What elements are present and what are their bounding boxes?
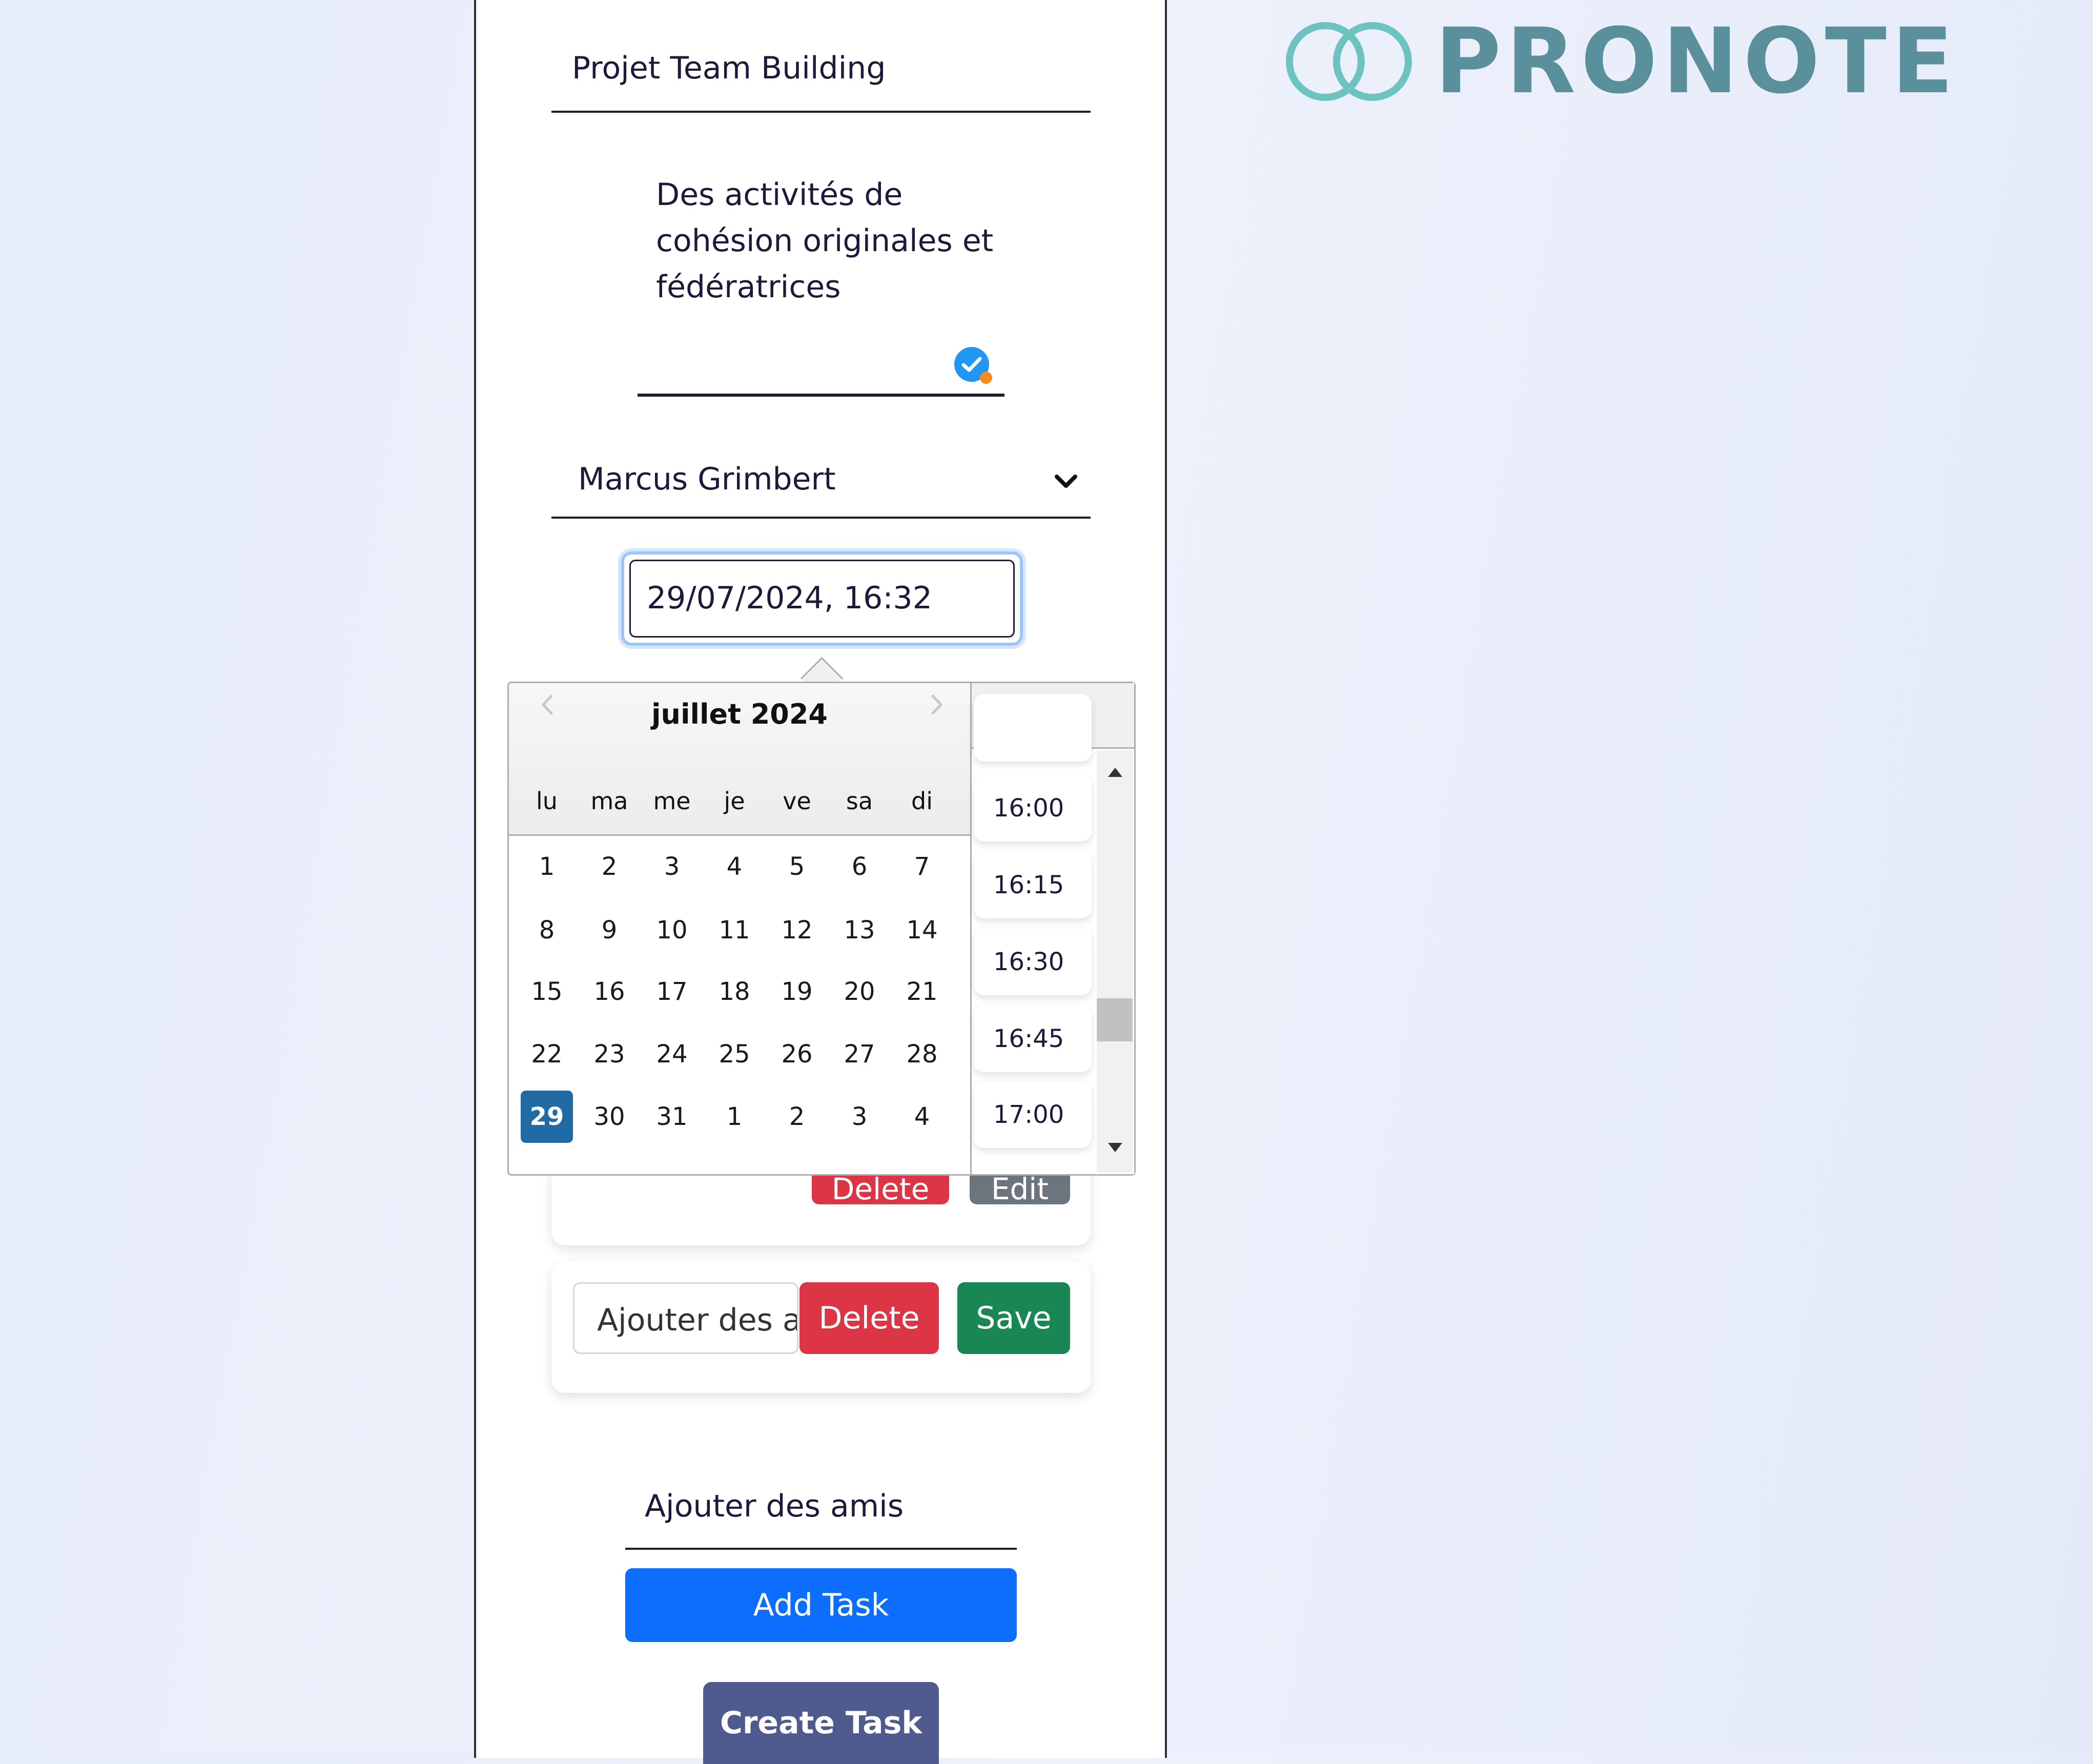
calendar-day[interactable]: 6 [833, 840, 886, 893]
calendar-day[interactable]: 10 [646, 904, 698, 956]
calendar-day[interactable]: 1 [521, 840, 573, 893]
calendar-day[interactable]: 22 [521, 1028, 573, 1080]
calendar-day[interactable]: 14 [896, 904, 948, 956]
create-task-button[interactable]: Create Task [703, 1682, 939, 1764]
calendar-day[interactable]: 23 [583, 1028, 635, 1080]
calendar-day[interactable]: 24 [646, 1028, 698, 1080]
time-list-scrollbar[interactable] [1097, 750, 1133, 1173]
calendar-day[interactable]: 16 [583, 966, 635, 1018]
time-option[interactable]: 16:00 [974, 775, 1092, 842]
calendar-day[interactable]: 15 [521, 966, 573, 1018]
weekday-label: lu [536, 787, 558, 815]
assignee-select[interactable]: Marcus Grimbert [551, 446, 1091, 519]
check-badge-icon[interactable] [953, 346, 994, 387]
time-option[interactable]: 16:15 [974, 852, 1092, 918]
task-edit-input-value: Ajouter des a [597, 1302, 798, 1338]
task-delete-button[interactable]: Delete [799, 1282, 939, 1354]
time-option[interactable]: 16:30 [974, 929, 1092, 995]
calendar-day[interactable]: 28 [896, 1028, 948, 1080]
logo-text: PRONOTE [1435, 9, 1959, 114]
calendar-day[interactable]: 3 [833, 1091, 886, 1143]
calendar-day[interactable]: 4 [896, 1091, 948, 1143]
calendar-day[interactable]: 31 [646, 1091, 698, 1143]
calendar-day[interactable]: 26 [771, 1028, 823, 1080]
time-option[interactable]: 16:45 [974, 1006, 1092, 1072]
calendar-day-selected[interactable]: 29 [521, 1091, 573, 1143]
assignee-value: Marcus Grimbert [578, 461, 836, 497]
time-option-hidden[interactable] [974, 694, 1092, 762]
pronote-logo: PRONOTE [1281, 10, 1958, 113]
calendar-day[interactable]: 30 [583, 1091, 635, 1143]
scroll-down-icon[interactable] [1105, 1138, 1125, 1158]
add-friends-placeholder: Ajouter des amis [645, 1488, 904, 1524]
calendar-day[interactable]: 2 [583, 840, 635, 893]
weekday-label: me [653, 787, 691, 815]
calendar-day[interactable]: 17 [646, 966, 698, 1018]
calendar-day[interactable]: 13 [833, 904, 886, 956]
add-task-button[interactable]: Add Task [625, 1568, 1017, 1642]
calendar-day[interactable]: 18 [708, 966, 761, 1018]
add-friends-input[interactable]: Ajouter des amis [625, 1476, 1017, 1550]
datetime-input[interactable]: 29/07/2024, 16:32 [621, 551, 1023, 646]
calendar-day[interactable]: 19 [771, 966, 823, 1018]
calendar-day[interactable]: 9 [583, 904, 635, 956]
weekday-label: ve [783, 787, 811, 815]
scroll-up-icon[interactable] [1105, 762, 1125, 782]
weekday-label: sa [846, 787, 873, 815]
description-underline [638, 394, 1004, 397]
logo-rings-icon [1286, 22, 1412, 101]
calendar-day[interactable]: 25 [708, 1028, 761, 1080]
calendar-day[interactable]: 12 [771, 904, 823, 956]
time-option[interactable]: 17:00 [974, 1081, 1092, 1148]
calendar-day[interactable]: 27 [833, 1028, 886, 1080]
time-list-scroll-thumb[interactable] [1097, 998, 1133, 1041]
datepicker-month-label: juillet 2024 [651, 698, 828, 730]
task-save-button[interactable]: Save [957, 1282, 1070, 1354]
datetime-value: 29/07/2024, 16:32 [647, 580, 932, 616]
calendar-day[interactable]: 21 [896, 966, 948, 1018]
calendar-day[interactable]: 7 [896, 840, 948, 893]
calendar-day[interactable]: 2 [771, 1091, 823, 1143]
chevron-down-icon[interactable] [1052, 466, 1080, 495]
task-edit-input[interactable]: Ajouter des a [573, 1282, 798, 1354]
weekday-label: di [911, 787, 933, 815]
weekday-label: je [724, 787, 745, 815]
calendar-day[interactable]: 5 [771, 840, 823, 893]
weekday-label: ma [590, 787, 628, 815]
calendar-day[interactable]: 3 [646, 840, 698, 893]
calendar-day[interactable]: 1 [708, 1091, 761, 1143]
calendar-day[interactable]: 8 [521, 904, 573, 956]
calendar-day[interactable]: 4 [708, 840, 761, 893]
task-title-field[interactable]: Projet Team Building [551, 36, 1091, 113]
task-title-value: Projet Team Building [572, 50, 886, 86]
task-description-field[interactable]: Des activités de cohésion originales et … [656, 172, 1015, 310]
calendar-day[interactable]: 11 [708, 904, 761, 956]
calendar-day[interactable]: 20 [833, 966, 886, 1018]
